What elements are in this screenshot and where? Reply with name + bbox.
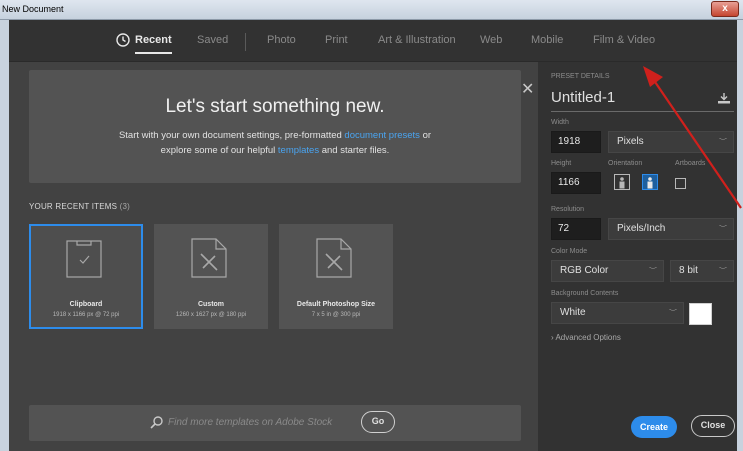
chevron-down-icon: ﹀ (719, 225, 727, 232)
bit-depth-value: 8 bit (679, 265, 698, 276)
tab-film-video[interactable]: Film & Video (593, 34, 655, 46)
window-title: New Document (2, 4, 64, 14)
advanced-options-toggle[interactable]: › Advanced Options (551, 333, 621, 342)
resolution-unit-value: Pixels/Inch (617, 223, 666, 234)
recent-items-count: (3) (119, 202, 130, 211)
recent-item-meta: 1918 x 1166 px @ 72 ppi (52, 312, 120, 318)
title-bar: New Document x (0, 0, 743, 20)
search-icon (150, 416, 163, 429)
preset-details-label: PRESET DETAILS (551, 73, 610, 80)
recent-items-label: YOUR RECENT ITEMS (29, 202, 118, 211)
tab-recent-label: Recent (135, 34, 172, 46)
background-contents-label: Background Contents (551, 290, 619, 297)
recent-item-custom[interactable]: Custom 1260 x 1627 px @ 180 ppi (154, 224, 268, 329)
color-mode-select[interactable]: RGB Color ﹀ (551, 260, 664, 282)
adobe-stock-search-bar: Find more templates on Adobe Stock Go (29, 405, 521, 441)
preset-tab-bar: Recent Saved Photo Print Art & Illustrat… (9, 20, 737, 62)
width-unit-select[interactable]: Pixels ﹀ (608, 131, 734, 153)
resolution-input[interactable]: 72 (551, 218, 601, 240)
resolution-label: Resolution (551, 206, 585, 213)
active-tab-underline (135, 52, 172, 54)
banner-close-icon[interactable]: ✕ (521, 82, 534, 98)
go-button[interactable]: Go (361, 411, 395, 433)
tab-print[interactable]: Print (325, 34, 348, 46)
artboards-label: Artboards (675, 160, 706, 167)
recent-item-meta: 7 x 5 in @ 300 ppi (311, 312, 361, 318)
width-input[interactable]: 1918 (551, 131, 601, 153)
tab-separator (245, 33, 246, 51)
document-name-underline (551, 111, 734, 112)
artboards-checkbox[interactable] (675, 178, 686, 189)
clock-icon (116, 33, 130, 47)
recent-item-clipboard[interactable]: Clipboard 1918 x 1166 px @ 72 ppi (29, 224, 143, 329)
welcome-text: Start with your own document settings, p… (109, 128, 441, 158)
tab-photo[interactable]: Photo (267, 34, 296, 46)
welcome-text-part: Start with your own document settings, p… (118, 130, 345, 141)
chevron-down-icon: ﹀ (649, 267, 657, 274)
orientation-label: Orientation (608, 160, 643, 167)
color-mode-value: RGB Color (560, 265, 609, 276)
portrait-orientation-icon[interactable] (614, 174, 630, 190)
bit-depth-select[interactable]: 8 bit ﹀ (670, 260, 734, 282)
color-mode-label: Color Mode (551, 248, 588, 255)
preset-details-panel: PRESET DETAILS Untitled-1 Width 1918 Pix… (538, 62, 737, 451)
chevron-down-icon: ﹀ (669, 309, 677, 316)
background-contents-select[interactable]: White ﹀ (551, 302, 684, 324)
window-frame-right (737, 20, 743, 451)
document-presets-link[interactable]: document presets (344, 130, 420, 141)
clipboard-icon (66, 240, 102, 278)
tab-art-illustration[interactable]: Art & Illustration (378, 34, 456, 46)
recent-items-heading: YOUR RECENT ITEMS (3) (29, 202, 130, 211)
resolution-unit-select[interactable]: Pixels/Inch ﹀ (608, 218, 734, 240)
recent-item-name: Clipboard (69, 301, 103, 308)
save-preset-icon[interactable] (717, 92, 731, 104)
document-icon (191, 238, 227, 278)
welcome-title: Let's start something new. (165, 96, 385, 117)
tab-saved[interactable]: Saved (197, 34, 228, 46)
recent-item-meta: 1260 x 1627 px @ 180 ppi (175, 312, 247, 318)
advanced-options-label: Advanced Options (555, 333, 621, 342)
welcome-banner: Let's start something new. Start with yo… (29, 70, 534, 183)
background-contents-value: White (560, 307, 586, 318)
window-close-button[interactable]: x (711, 1, 739, 17)
tab-web[interactable]: Web (480, 34, 502, 46)
recent-item-name: Default Photoshop Size (296, 301, 376, 308)
close-button[interactable]: Close (691, 415, 735, 437)
recent-item-default-size[interactable]: Default Photoshop Size 7 x 5 in @ 300 pp… (279, 224, 393, 329)
chevron-down-icon: ﹀ (719, 267, 727, 274)
document-icon (316, 238, 352, 278)
chevron-right-icon: › (551, 333, 554, 342)
document-name-field[interactable]: Untitled-1 (551, 89, 615, 106)
width-unit-value: Pixels (617, 136, 644, 147)
stock-search-input[interactable]: Find more templates on Adobe Stock (168, 417, 332, 428)
window-frame-left (0, 20, 9, 451)
height-label: Height (551, 160, 572, 167)
create-button[interactable]: Create (631, 416, 677, 438)
width-label: Width (551, 119, 569, 126)
background-color-swatch[interactable] (689, 303, 712, 325)
height-input[interactable]: 1166 (551, 172, 601, 194)
recent-item-name: Custom (197, 301, 225, 308)
chevron-down-icon: ﹀ (719, 138, 727, 145)
welcome-text-part: and starter files. (319, 145, 390, 156)
tab-mobile[interactable]: Mobile (531, 34, 563, 46)
landscape-orientation-icon[interactable] (642, 174, 658, 190)
main-content: Let's start something new. Start with yo… (9, 62, 538, 451)
templates-link[interactable]: templates (278, 145, 319, 156)
tab-recent[interactable]: Recent (135, 34, 172, 54)
